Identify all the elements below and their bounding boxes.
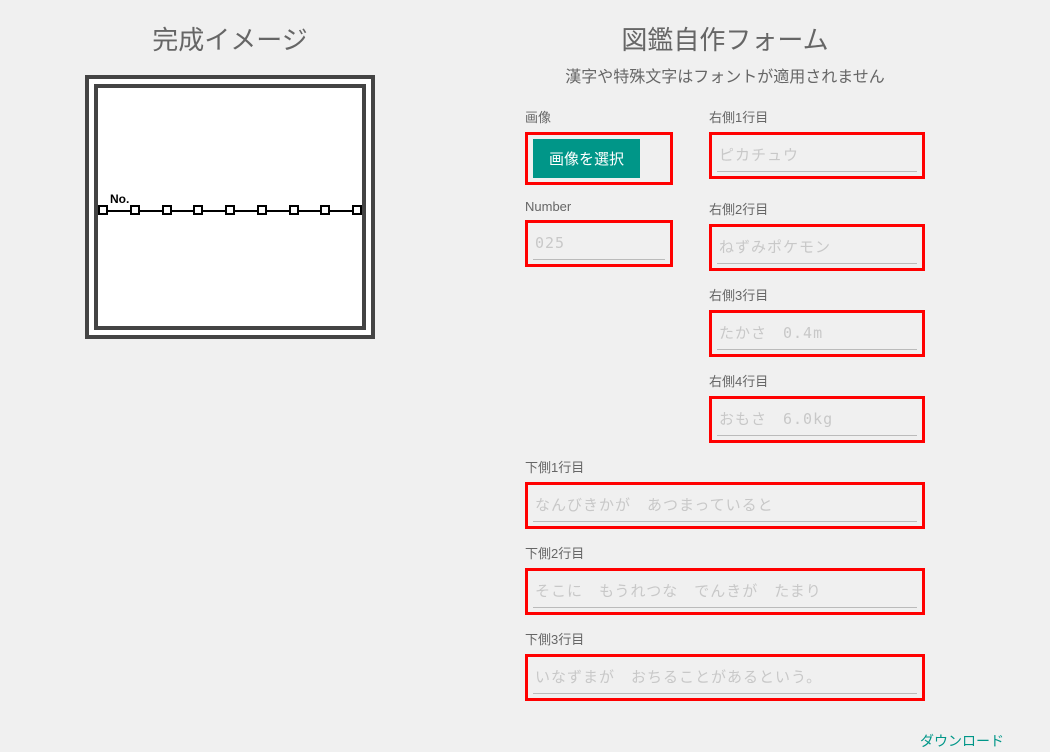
preview-no-label: No. — [110, 192, 129, 206]
form-subtitle: 漢字や特殊文字はフォントが適用されません — [565, 63, 885, 87]
divider-square-icon — [257, 205, 267, 215]
divider-square-icon — [98, 205, 108, 215]
form-title: 図鑑自作フォーム — [621, 20, 828, 57]
preview-square-row — [98, 205, 362, 215]
right4-label: 右側4行目 — [709, 371, 925, 390]
right3-group: 右側3行目 — [709, 285, 925, 357]
bottom1-label: 下側1行目 — [525, 457, 925, 476]
bottom3-input[interactable] — [533, 661, 917, 694]
highlight-wrap — [525, 568, 925, 615]
bottom3-label: 下側3行目 — [525, 629, 925, 648]
number-group: Number — [525, 199, 673, 271]
highlight-wrap — [525, 654, 925, 701]
divider-square-icon — [320, 205, 330, 215]
image-group: 画像 画像を選択 — [525, 107, 673, 185]
bottom3-group: 下側3行目 — [525, 629, 925, 701]
bottom1-group: 下側1行目 — [525, 457, 925, 529]
right1-input[interactable] — [717, 139, 917, 172]
highlight-wrap — [525, 220, 673, 267]
right1-label: 右側1行目 — [709, 107, 925, 126]
divider-square-icon — [193, 205, 203, 215]
form-area: 画像 画像を選択 右側1行目 Number 右側2行目 — [525, 107, 925, 715]
highlight-wrap — [525, 482, 925, 529]
divider-square-icon — [130, 205, 140, 215]
right2-group: 右側2行目 — [709, 199, 925, 271]
number-input[interactable] — [533, 227, 665, 260]
highlight-wrap — [709, 132, 925, 179]
select-image-button[interactable]: 画像を選択 — [533, 139, 640, 178]
divider-square-icon — [289, 205, 299, 215]
bottom2-group: 下側2行目 — [525, 543, 925, 615]
preview-outer-frame: No. — [85, 75, 375, 339]
preview-column: 完成イメージ No. — [30, 20, 430, 732]
preview-inner-frame: No. — [94, 84, 366, 330]
right4-group: 右側4行目 — [709, 371, 925, 443]
highlight-wrap — [709, 310, 925, 357]
download-link[interactable]: ダウンロード — [920, 731, 1004, 751]
divider-square-icon — [162, 205, 172, 215]
preview-title: 完成イメージ — [152, 20, 307, 57]
right2-input[interactable] — [717, 231, 917, 264]
divider-square-icon — [352, 205, 362, 215]
highlight-wrap — [709, 396, 925, 443]
highlight-wrap — [709, 224, 925, 271]
highlight-wrap: 画像を選択 — [525, 132, 673, 185]
right3-input[interactable] — [717, 317, 917, 350]
form-column: 図鑑自作フォーム 漢字や特殊文字はフォントが適用されません 画像 画像を選択 右… — [430, 20, 1020, 732]
divider-square-icon — [225, 205, 235, 215]
image-label: 画像 — [525, 107, 673, 126]
bottom2-label: 下側2行目 — [525, 543, 925, 562]
right3-label: 右側3行目 — [709, 285, 925, 304]
number-label: Number — [525, 199, 673, 214]
bottom2-input[interactable] — [533, 575, 917, 608]
right2-label: 右側2行目 — [709, 199, 925, 218]
right4-input[interactable] — [717, 403, 917, 436]
bottom1-input[interactable] — [533, 489, 917, 522]
right1-group: 右側1行目 — [709, 107, 925, 185]
